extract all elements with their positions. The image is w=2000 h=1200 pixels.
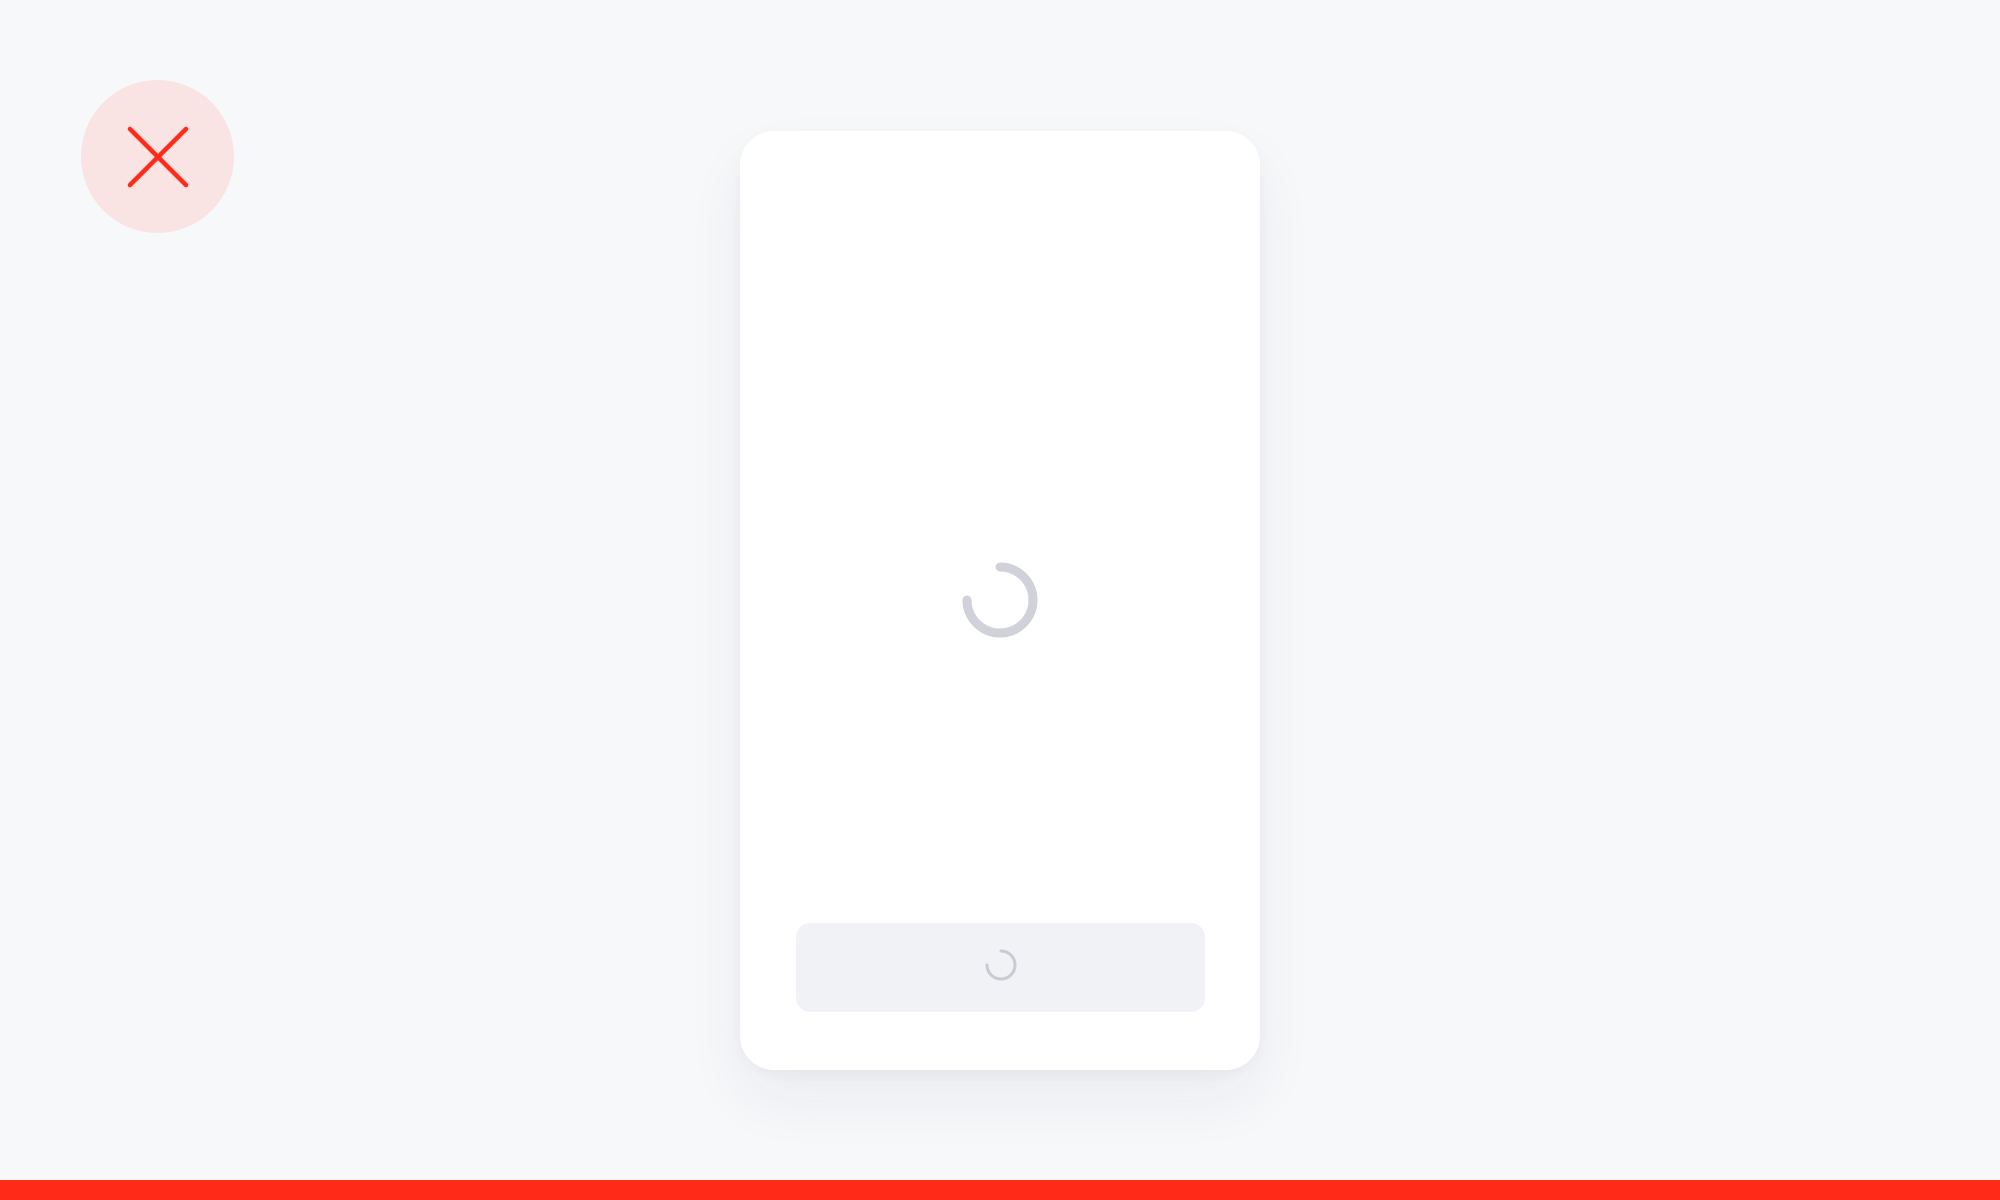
close-icon bbox=[122, 121, 194, 193]
close-button[interactable] bbox=[81, 80, 234, 233]
button-spinner-icon bbox=[984, 948, 1018, 987]
submit-button[interactable] bbox=[796, 923, 1205, 1012]
page bbox=[0, 0, 2000, 1200]
progress-bar bbox=[0, 1180, 2000, 1200]
spinner-icon bbox=[959, 559, 1041, 641]
progress-fill bbox=[0, 1180, 2000, 1200]
loading-card bbox=[740, 131, 1260, 1070]
